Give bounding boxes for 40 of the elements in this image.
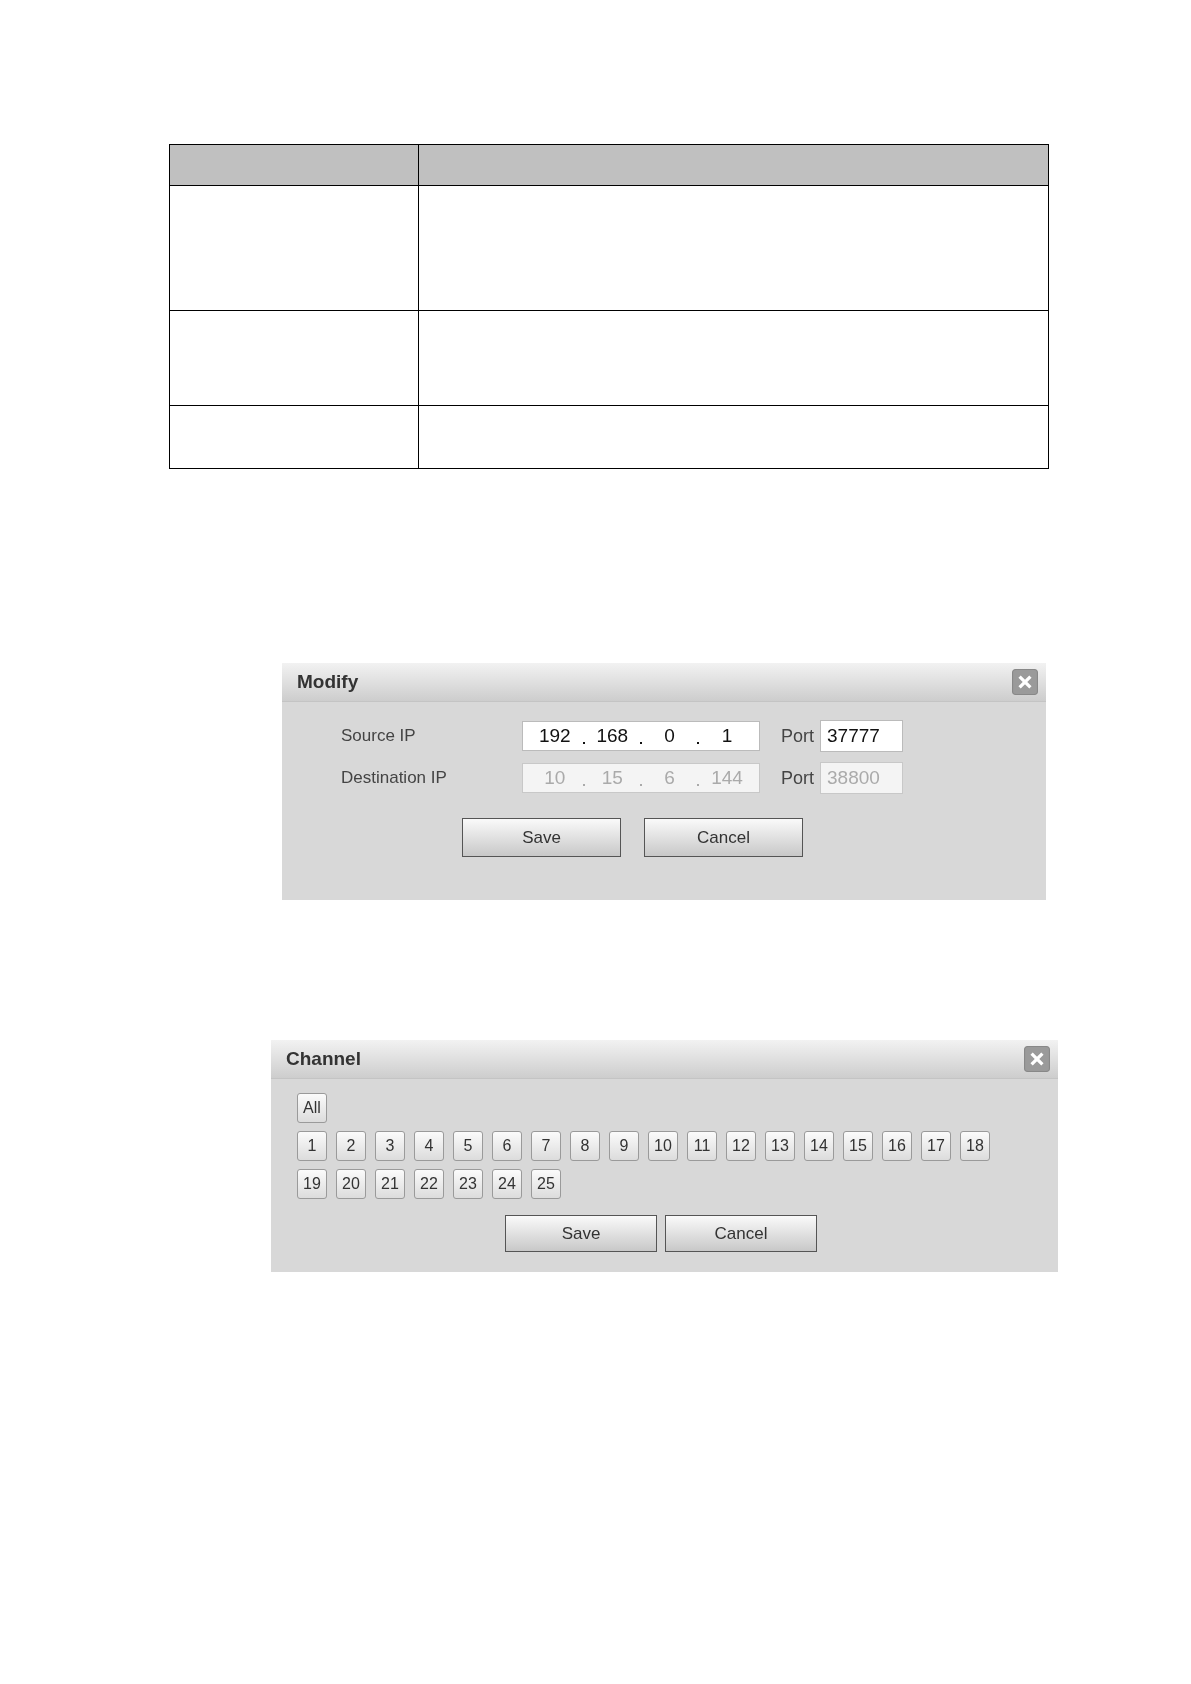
- channel-button[interactable]: 19: [297, 1169, 327, 1199]
- channel-button[interactable]: 8: [570, 1131, 600, 1161]
- field-label: Destination IP: [341, 768, 448, 788]
- channel-button[interactable]: 9: [609, 1131, 639, 1161]
- channel-button[interactable]: 21: [375, 1169, 405, 1199]
- save-button[interactable]: Save: [505, 1215, 657, 1252]
- port-field[interactable]: 37777: [820, 720, 903, 752]
- channel-button[interactable]: 14: [804, 1131, 834, 1161]
- channel-button[interactable]: 12: [726, 1131, 756, 1161]
- channel-button[interactable]: 11: [687, 1131, 717, 1161]
- channel-button[interactable]: 13: [765, 1131, 795, 1161]
- channel-button[interactable]: 16: [882, 1131, 912, 1161]
- field-label: Source IP: [341, 726, 417, 746]
- dialog-title: Channel: [286, 1048, 361, 1070]
- all-channels-button[interactable]: All: [297, 1093, 327, 1123]
- channel-button[interactable]: 3: [375, 1131, 405, 1161]
- port-label: Port: [781, 725, 814, 747]
- channel-button[interactable]: 2: [336, 1131, 366, 1161]
- cancel-button[interactable]: Cancel: [665, 1215, 817, 1252]
- channel-button[interactable]: 4: [414, 1131, 444, 1161]
- port-label: Port: [781, 767, 814, 789]
- cancel-button[interactable]: Cancel: [644, 818, 803, 857]
- channel-button[interactable]: 15: [843, 1131, 873, 1161]
- channel-button[interactable]: 10: [648, 1131, 678, 1161]
- channel-button[interactable]: 17: [921, 1131, 951, 1161]
- channel-button[interactable]: 1: [297, 1131, 327, 1161]
- channel-button[interactable]: 7: [531, 1131, 561, 1161]
- close-icon[interactable]: [1024, 1046, 1050, 1072]
- channel-button[interactable]: 25: [531, 1169, 561, 1199]
- channel-button[interactable]: 24: [492, 1169, 522, 1199]
- channel-button[interactable]: 22: [414, 1169, 444, 1199]
- ip-address-field[interactable]: 192 168 0 1: [522, 721, 760, 751]
- save-button[interactable]: Save: [462, 818, 621, 857]
- channel-button[interactable]: 20: [336, 1169, 366, 1199]
- channel-button[interactable]: 5: [453, 1131, 483, 1161]
- dialog-title: Modify: [297, 671, 359, 693]
- channel-button[interactable]: 18: [960, 1131, 990, 1161]
- channel-button[interactable]: 23: [453, 1169, 483, 1199]
- channel-button[interactable]: 6: [492, 1131, 522, 1161]
- close-icon[interactable]: [1012, 669, 1038, 695]
